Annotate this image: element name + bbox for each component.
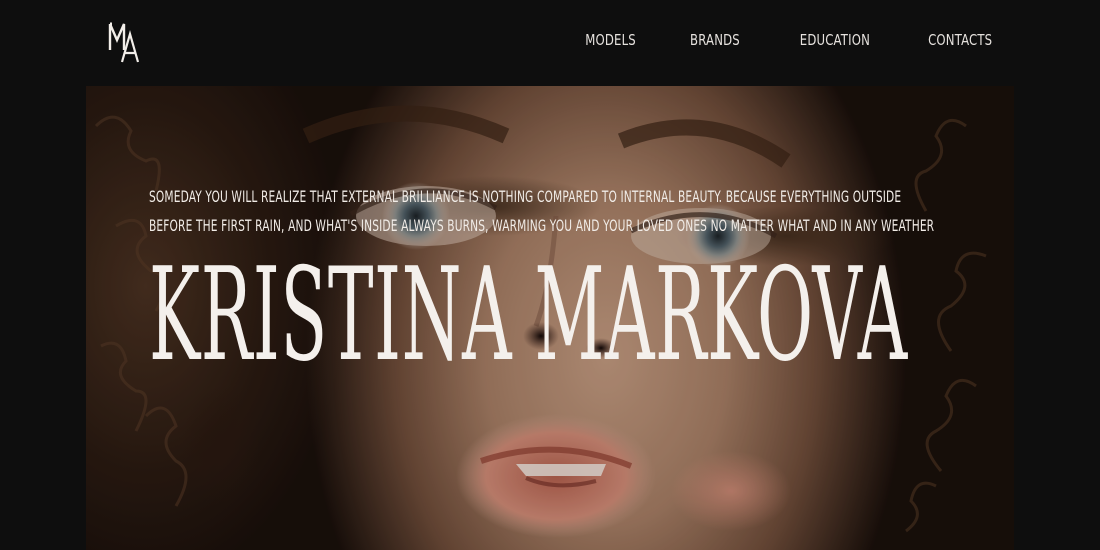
hero-title: KRISTINA MARKOVA xyxy=(149,241,951,390)
hero-section: SOMEDAY YOU WILL REALIZE THAT EXTERNAL B… xyxy=(86,86,1014,550)
logo[interactable] xyxy=(108,20,142,66)
tagline-line-1: SOMEDAY YOU WILL REALIZE THAT EXTERNAL B… xyxy=(149,187,902,206)
nav-brands[interactable]: BRANDS xyxy=(690,31,740,49)
nav-education[interactable]: EDUCATION xyxy=(800,31,870,49)
nav-contacts[interactable]: CONTACTS xyxy=(928,31,992,49)
hero-title-text: KRISTINA MARKOVA xyxy=(149,241,908,390)
hero-tagline: SOMEDAY YOU WILL REALIZE THAT EXTERNAL B… xyxy=(149,182,951,240)
main-nav: MODELS BRANDS EDUCATION CONTACTS xyxy=(571,31,992,49)
logo-monogram-icon xyxy=(108,22,140,63)
nav-models[interactable]: MODELS xyxy=(585,31,636,49)
site-header: MODELS BRANDS EDUCATION CONTACTS xyxy=(0,0,1100,86)
tagline-line-2: BEFORE THE FIRST RAIN, AND WHAT'S INSIDE… xyxy=(149,216,935,235)
